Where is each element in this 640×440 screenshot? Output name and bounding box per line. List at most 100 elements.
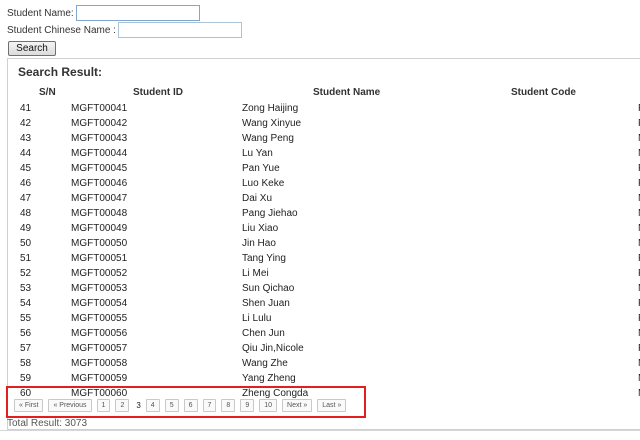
row-sn: 58 — [20, 358, 32, 369]
row-student-name: Tang Ying — [242, 253, 286, 264]
table-row: 41MGFT00041Zong HaijingF — [8, 101, 640, 116]
page-button-5[interactable]: 5 — [164, 399, 179, 412]
page-button-1[interactable]: 1 — [96, 399, 111, 412]
table-row: 47MGFT00047Dai XuM — [8, 191, 640, 206]
bottom-divider — [0, 430, 640, 431]
row-student-id: MGFT00050 — [71, 238, 128, 249]
row-sn: 54 — [20, 298, 32, 309]
table-row: 49MGFT00049Liu XiaoM — [8, 221, 640, 236]
table-row: 53MGFT00053Sun QichaoM — [8, 281, 640, 296]
column-header-student-id: Student ID — [133, 87, 183, 98]
table-row: 51MGFT00051Tang YingF — [8, 251, 640, 266]
row-student-id: MGFT00056 — [71, 328, 128, 339]
page-button-7[interactable]: 7 — [202, 399, 217, 412]
row-sn: 42 — [20, 118, 32, 129]
page-button-9[interactable]: 9 — [240, 399, 255, 412]
page-button-2[interactable]: 2 — [115, 399, 130, 412]
row-sn: 50 — [20, 238, 32, 249]
row-sn: 44 — [20, 148, 32, 159]
row-student-name: Zong Haijing — [242, 103, 299, 114]
row-student-name: Li Mei — [242, 268, 269, 279]
page-button-10[interactable]: 10 — [259, 399, 278, 412]
row-sn: 55 — [20, 313, 32, 324]
row-student-name: Qiu Jin,Nicole — [242, 343, 304, 354]
row-student-id: MGFT00047 — [71, 193, 128, 204]
row-student-name: Lu Yan — [242, 148, 273, 159]
row-student-name: Sun Qichao — [242, 283, 295, 294]
row-sn: 43 — [20, 133, 32, 144]
row-student-id: MGFT00051 — [71, 253, 128, 264]
row-student-name: Pang Jiehao — [242, 208, 298, 219]
row-sn: 46 — [20, 178, 32, 189]
row-student-id: MGFT00055 — [71, 313, 128, 324]
row-sn: 53 — [20, 283, 32, 294]
row-student-id: MGFT00042 — [71, 118, 128, 129]
row-student-id: MGFT00052 — [71, 268, 128, 279]
first-page-button[interactable]: « First — [14, 399, 44, 412]
table-row: 55MGFT00055Li LuluF — [8, 311, 640, 326]
row-student-id: MGFT00044 — [71, 148, 128, 159]
row-student-name: Chen Jun — [242, 328, 285, 339]
current-page: 3 — [136, 401, 141, 410]
previous-page-button[interactable]: « Previous — [48, 399, 92, 412]
student-name-row: Student Name: — [7, 5, 200, 21]
page-button-8[interactable]: 8 — [221, 399, 236, 412]
total-result: Total Result: 3073 — [7, 418, 88, 429]
row-sn: 47 — [20, 193, 32, 204]
row-student-id: MGFT00059 — [71, 373, 128, 384]
search-button[interactable]: Search — [8, 41, 56, 56]
column-header-student-name: Student Name — [313, 87, 381, 98]
next-page-button[interactable]: Next » — [282, 399, 313, 412]
row-student-id: MGFT00054 — [71, 298, 128, 309]
row-student-name: Li Lulu — [242, 313, 272, 324]
pagination: « First « Previous 1 2 3 4 5 6 7 8 9 10 Next » La… — [14, 399, 351, 412]
table-row: 48MGFT00048Pang JiehaoM — [8, 206, 640, 221]
row-student-name: Wang Peng — [242, 133, 294, 144]
table-row: 58MGFT00058Wang ZheM — [8, 356, 640, 371]
row-student-id: MGFT00048 — [71, 208, 128, 219]
table-row: 50MGFT00050Jin HaoM — [8, 236, 640, 251]
row-sn: 48 — [20, 208, 32, 219]
row-student-id: MGFT00049 — [71, 223, 128, 234]
row-sn: 57 — [20, 343, 32, 354]
row-student-id: MGFT00043 — [71, 133, 128, 144]
table-row: 56MGFT00056Chen JunM — [8, 326, 640, 341]
table-row: 52MGFT00052Li MeiF — [8, 266, 640, 281]
page-numbers: 1 2 3 4 5 6 7 8 9 10 — [96, 399, 283, 412]
row-sn: 52 — [20, 268, 32, 279]
chinese-name-input[interactable] — [117, 22, 242, 38]
row-student-name: Pan Yue — [242, 163, 280, 174]
row-sn: 45 — [20, 163, 32, 174]
search-result-title: Search Result: — [18, 65, 103, 79]
row-sn: 41 — [20, 103, 32, 114]
table-row: 46MGFT00046Luo KekeF — [8, 176, 640, 191]
row-student-name: Wang Zhe — [242, 358, 288, 369]
row-student-name: Wang Xinyue — [242, 118, 302, 129]
student-name-input[interactable] — [75, 5, 200, 21]
column-header-sn: S/N — [39, 87, 56, 98]
row-student-name: Liu Xiao — [242, 223, 279, 234]
row-student-name: Jin Hao — [242, 238, 276, 249]
row-student-id: MGFT00041 — [71, 103, 128, 114]
row-student-id: MGFT00058 — [71, 358, 128, 369]
student-name-label: Student Name: — [7, 7, 74, 19]
row-sn: 56 — [20, 328, 32, 339]
row-student-name: Luo Keke — [242, 178, 285, 189]
row-student-id: MGFT00053 — [71, 283, 128, 294]
table-row: 45MGFT00045Pan YueF — [8, 161, 640, 176]
table-row: 57MGFT00057Qiu Jin,NicoleF — [8, 341, 640, 356]
chinese-name-row: Student Chinese Name : — [7, 22, 242, 38]
row-student-id: MGFT00046 — [71, 178, 128, 189]
row-student-name: Shen Juan — [242, 298, 290, 309]
page-button-4[interactable]: 4 — [145, 399, 160, 412]
row-student-id: MGFT00057 — [71, 343, 128, 354]
chinese-name-label: Student Chinese Name : — [7, 24, 116, 36]
table-row: 59MGFT00059Yang ZhengM — [8, 371, 640, 386]
last-page-button[interactable]: Last » — [317, 399, 347, 412]
table-row: 44MGFT00044Lu YanM — [8, 146, 640, 161]
table-row: 42MGFT00042Wang XinyueF — [8, 116, 640, 131]
row-sn: 51 — [20, 253, 32, 264]
page-button-6[interactable]: 6 — [183, 399, 198, 412]
table-row: 54MGFT00054Shen JuanF — [8, 296, 640, 311]
row-student-name: Yang Zheng — [242, 373, 296, 384]
